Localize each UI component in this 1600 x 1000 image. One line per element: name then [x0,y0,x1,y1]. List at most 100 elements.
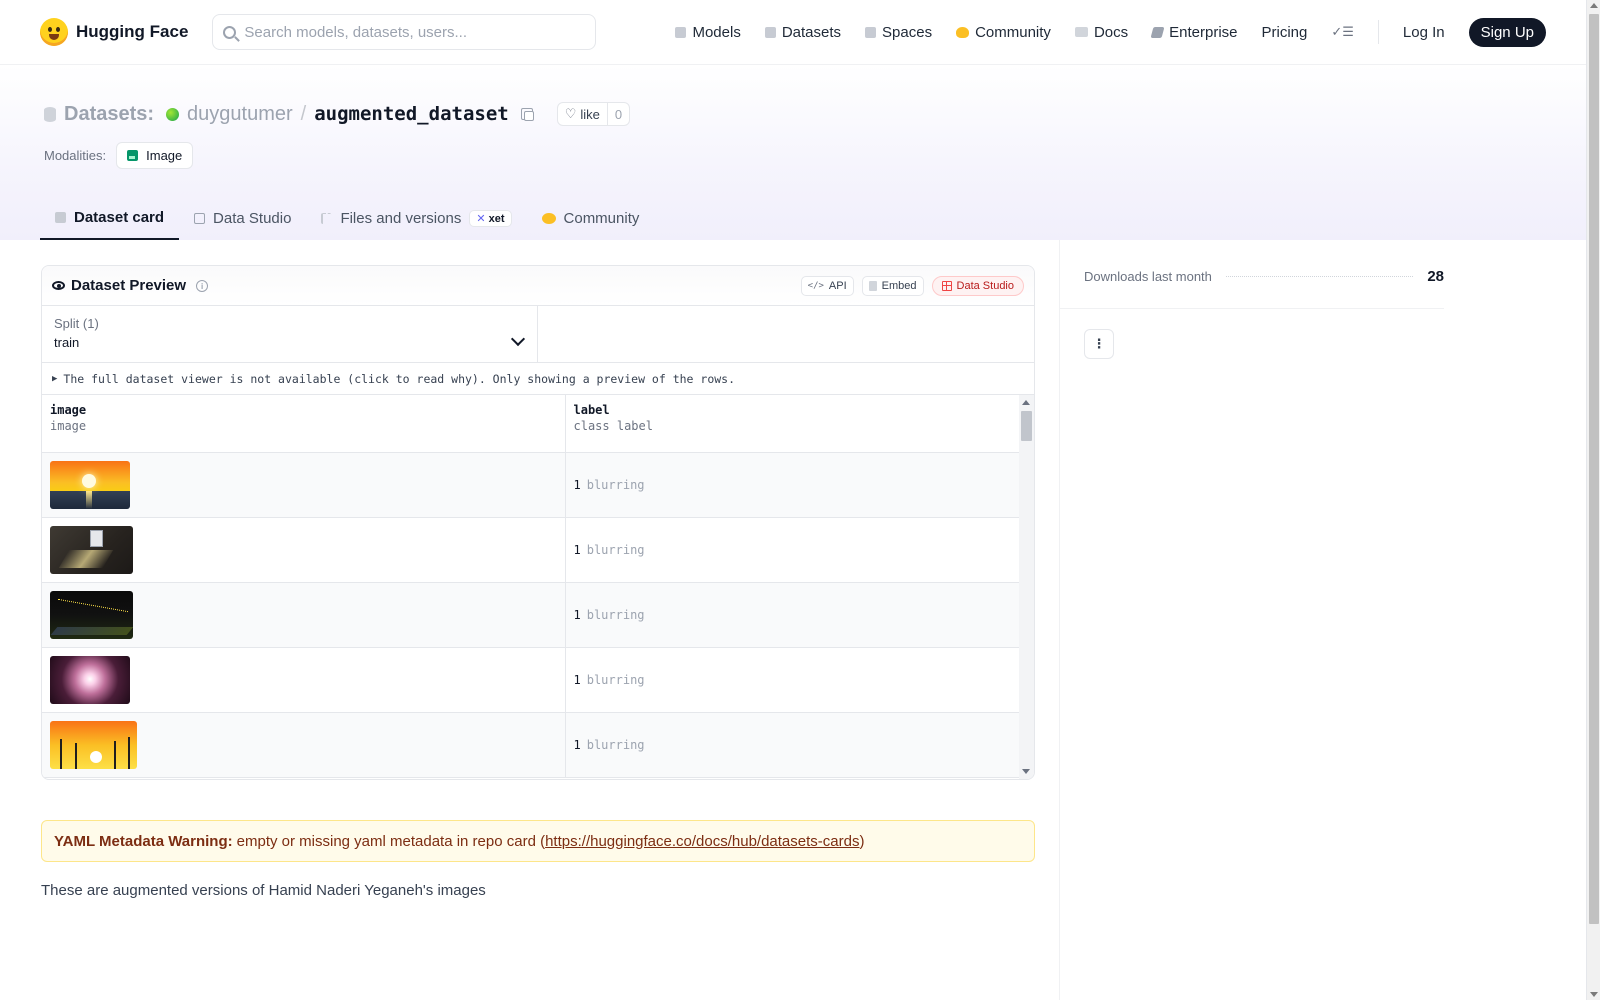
label-cell[interactable]: 1 blurring [565,647,1021,713]
table-row[interactable]: 1 blurring [42,452,1021,518]
tab-community[interactable]: Community [527,196,655,240]
sidebar-divider [1060,308,1444,309]
nav-models[interactable]: Models [675,24,741,41]
modalities-row: Modalities: Image [44,142,194,169]
image-cell[interactable] [42,647,566,713]
label-cell[interactable]: 1 blurring [565,712,1021,778]
thumbnail-image[interactable] [50,720,137,769]
path-separator: / [300,102,307,125]
tab-dataset-card[interactable]: Dataset card [40,196,180,240]
search-input[interactable]: Search models, datasets, users... [212,14,597,50]
thumbnail-image[interactable] [50,590,133,639]
cube-icon [675,26,687,38]
table-row[interactable]: 1 blurring [42,582,1021,648]
viewer-notice-text: The full dataset viewer is not available… [63,371,736,386]
search-icon [223,25,237,39]
thumbnail-image[interactable] [50,460,130,509]
xet-badge: ✕ xet [469,209,512,227]
label-cell[interactable]: 1 blurring [565,517,1021,583]
section-label[interactable]: Datasets: [64,103,154,126]
kebab-icon: ⋮ [1092,336,1106,351]
preview-table: imageimage labelclass label 1blurring [42,395,1021,778]
nav-enterprise[interactable]: Enterprise [1150,24,1238,41]
nav-pricing[interactable]: Pricing [1262,24,1308,41]
viewer-notice[interactable]: ▶ The full dataset viewer is not availab… [42,363,1034,395]
table-row[interactable]: 1 blurring [42,712,1021,778]
dataset-name[interactable]: augmented_dataset [314,103,508,125]
image-cell[interactable] [42,712,566,778]
page-scrollbar[interactable] [1586,0,1600,1000]
disclosure-triangle-icon: ▶ [52,373,58,384]
modality-chip-image[interactable]: Image [116,142,194,169]
split-value: train [54,335,80,350]
label-cell[interactable]: 1 blurring [565,582,1021,648]
nav-divider [1377,20,1379,44]
search-placeholder: Search models, datasets, users... [244,23,468,41]
brand-name: Hugging Face [76,22,189,41]
split-selector-row: Split (1) train [42,306,1034,363]
login-link[interactable]: Log In [1403,24,1445,41]
more-options-button[interactable]: ⋮ [1084,329,1114,359]
downloads-label: Downloads last month [1084,269,1212,284]
nav-datasets[interactable]: Datasets [764,24,841,41]
signup-button[interactable]: Sign Up [1468,17,1546,47]
like-button[interactable]: ♡ like 0 [556,102,631,126]
column-header-label[interactable]: label class label [565,395,1021,453]
more-menu-icon[interactable]: ✓☰ [1331,24,1354,40]
nav-community[interactable]: Community [956,24,1051,41]
split-select[interactable]: Split (1) train [42,306,538,362]
nav-docs[interactable]: Docs [1074,24,1128,41]
label-cell[interactable]: 1 blurring [565,452,1021,518]
database-icon [764,26,776,38]
heart-icon: ♡ [564,106,577,121]
yaml-warning: YAML Metadata Warning: empty or missing … [41,820,1035,862]
image-icon [127,150,139,161]
community-icon [956,26,970,38]
page-scroll-up-icon[interactable] [1589,3,1598,8]
scroll-up-arrow-icon[interactable] [1022,400,1030,405]
thumbnail-image[interactable] [50,655,130,704]
api-button[interactable]: </> API [800,275,854,296]
image-cell[interactable] [42,582,566,648]
cube-icon [55,211,66,223]
info-icon[interactable]: i [196,279,209,292]
code-icon: </> [807,280,824,291]
like-count[interactable]: 0 [606,103,629,125]
page-scroll-thumb[interactable] [1589,14,1599,924]
downloads-leader-line [1225,276,1414,277]
table-row[interactable]: 1 blurring [42,517,1021,583]
avatar[interactable] [166,107,180,121]
embed-icon [868,280,877,291]
dataset-preview: Dataset Preview i </> API Embed Data Stud… [41,265,1035,780]
table-scroll-thumb[interactable] [1021,411,1032,441]
downloads-count: 28 [1427,268,1444,285]
owner-link[interactable]: duygutumer [187,103,293,126]
table-scrollbar[interactable] [1019,395,1034,779]
column-header-image[interactable]: image image [42,395,566,453]
tab-files-and-versions[interactable]: Files and versions ✕ xet [306,196,526,240]
data-studio-button[interactable]: Data Studio [931,275,1024,296]
image-cell[interactable] [42,517,566,583]
enterprise-icon [1150,26,1165,38]
grid-icon [941,280,952,291]
tab-data-studio[interactable]: Data Studio [179,196,306,240]
scroll-down-arrow-icon[interactable] [1022,769,1030,774]
eye-icon [52,281,65,290]
like-label: like [580,106,600,122]
files-icon [321,212,333,224]
page-scroll-down-icon[interactable] [1589,992,1598,997]
image-cell[interactable] [42,452,566,518]
dataset-description: These are augmented versions of Hamid Na… [41,882,486,899]
table-icon [194,212,206,224]
preview-table-container: imageimage labelclass label 1blurring [42,395,1034,779]
repo-title: Datasets: duygutumer / augmented_dataset… [44,102,631,126]
datasets-cards-link[interactable]: https://huggingface.co/docs/hub/datasets… [545,833,859,850]
preview-header: Dataset Preview i </> API Embed Data Stud… [42,266,1034,306]
book-icon [1074,27,1088,37]
table-row[interactable]: 1 blurring [42,647,1021,713]
embed-button[interactable]: Embed [861,275,924,296]
copy-icon[interactable] [520,108,534,121]
nav-spaces[interactable]: Spaces [865,24,932,41]
thumbnail-image[interactable] [50,525,133,574]
brand-logo[interactable]: Hugging Face [40,18,188,46]
